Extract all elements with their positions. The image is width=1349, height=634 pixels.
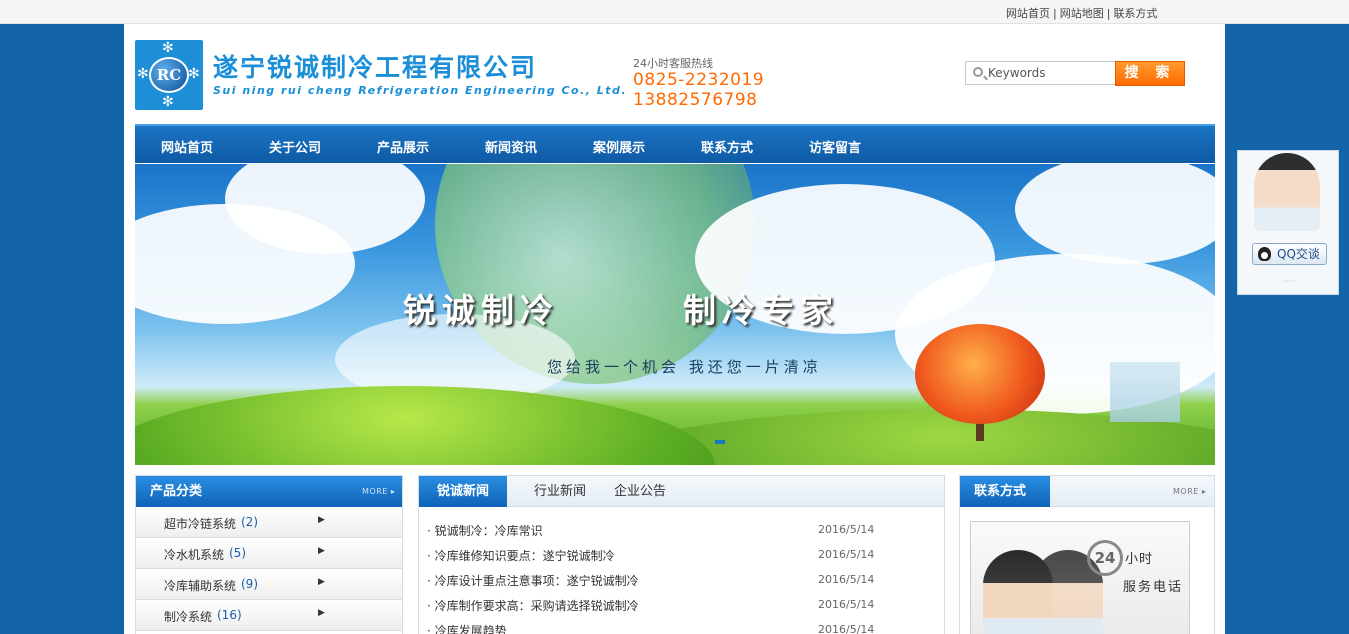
cloud-graphic xyxy=(1015,164,1215,264)
hill-graphic xyxy=(135,386,715,465)
arrow-right-icon: ▶ xyxy=(318,577,325,587)
hotline-phone-1: 0825-2232019 xyxy=(633,70,765,90)
snowflake-icon: ✻ xyxy=(137,66,149,82)
top-link-contact[interactable]: 联系方式 xyxy=(1113,7,1157,20)
hero-banner[interactable]: 锐诚制冷 制冷专家 您给我一个机会 我还您一片清凉 xyxy=(135,164,1215,465)
service-phone-label: 服务电话 xyxy=(1123,580,1184,595)
service-hotline-image: 24 小时 服务电话 xyxy=(970,521,1190,634)
news-date: 2016/5/14 xyxy=(818,523,875,536)
news-item[interactable]: · 冷库发展趋势 xyxy=(427,622,507,634)
arrow-right-icon: ▶ xyxy=(318,546,325,556)
banner-title-right: 制冷专家 xyxy=(683,291,839,330)
box-header: 锐诚新闻 行业新闻 企业公告 xyxy=(419,476,944,507)
list-item[interactable]: 冷库辅助系统 (9) ▶ xyxy=(136,569,402,600)
nav-item-guestbook[interactable]: 访客留言 xyxy=(809,137,861,156)
company-name-cn: 遂宁锐诚制冷工程有限公司 xyxy=(213,53,538,82)
arrow-right-icon: ▶ xyxy=(318,608,325,618)
news-item[interactable]: · 冷库维修知识要点：遂宁锐诚制冷 xyxy=(427,547,615,564)
company-logo[interactable]: ✻ ✻ ✻ ✻ RC xyxy=(135,40,203,110)
category-count: (16) xyxy=(217,608,242,622)
search-input[interactable] xyxy=(988,64,1113,82)
category-count: (2) xyxy=(241,515,258,529)
tab-industry-news[interactable]: 行业新闻 xyxy=(534,476,586,507)
box-header: 联系方式 MORE ▸ xyxy=(960,476,1214,507)
nav-item-cases[interactable]: 案例展示 xyxy=(593,137,645,156)
product-category-box: 产品分类 MORE ▸ 超市冷链系统 (2) ▶ 冷水机系统 (5) ▶ 冷库辅… xyxy=(135,475,403,634)
category-name: 超市冷链系统 xyxy=(164,517,237,531)
snowflake-icon: ✻ xyxy=(162,94,174,110)
news-date: 2016/5/14 xyxy=(818,598,875,611)
top-bar: 网站首页 | 网站地图 | 联系方式 xyxy=(0,0,1349,24)
top-link-separator: | xyxy=(1053,7,1057,20)
nav-item-contact[interactable]: 联系方式 xyxy=(701,137,753,156)
contact-box: 联系方式 MORE ▸ 24 小时 服务电话 xyxy=(959,475,1215,634)
list-item[interactable]: 超市冷链系统 (2) ▶ xyxy=(136,507,402,538)
hotline-label: 24小时客服热线 xyxy=(633,57,713,70)
tree-graphic xyxy=(915,324,1045,424)
news-item[interactable]: · 冷库制作要求高：采购请选择锐诚制冷 xyxy=(427,597,639,614)
category-count: (5) xyxy=(229,546,246,560)
snowflake-icon: ✻ xyxy=(188,66,200,82)
nav-item-news[interactable]: 新闻资讯 xyxy=(485,137,537,156)
qq-penguin-icon xyxy=(1258,247,1271,261)
category-count: (9) xyxy=(241,577,258,591)
nav-item-about[interactable]: 关于公司 xyxy=(269,137,321,156)
news-item[interactable]: · 冷库设计重点注意事项：遂宁锐诚制冷 xyxy=(427,572,639,589)
box-header: 产品分类 MORE ▸ xyxy=(136,476,402,507)
tab-announcements[interactable]: 企业公告 xyxy=(614,476,666,507)
service-hours-label: 小时 xyxy=(1125,552,1154,567)
category-name: 冷水机系统 xyxy=(164,548,225,562)
search-icon xyxy=(973,67,983,77)
search-button[interactable]: 搜 索 xyxy=(1115,61,1185,86)
news-date: 2016/5/14 xyxy=(818,548,875,561)
qq-chat-label: QQ交谈 xyxy=(1277,247,1320,261)
news-box: 锐诚新闻 行业新闻 企业公告 · 锐诚制冷：冷库常识 2016/5/14 · 冷… xyxy=(418,475,945,634)
category-name: 冷库辅助系统 xyxy=(164,579,237,593)
banner-subtitle: 您给我一个机会 我还您一片清凉 xyxy=(547,358,822,376)
slider-indicator[interactable] xyxy=(715,440,725,444)
hotline-phone-2: 13882576798 xyxy=(633,90,758,110)
more-link[interactable]: MORE ▸ xyxy=(362,487,395,496)
list-item[interactable]: 冷水机系统 (5) ▶ xyxy=(136,538,402,569)
search-box xyxy=(965,61,1116,85)
category-name: 制冷系统 xyxy=(164,610,213,624)
banner-title-left: 锐诚制冷 xyxy=(403,291,559,330)
top-links: 网站首页 | 网站地图 | 联系方式 xyxy=(1006,5,1157,21)
news-item[interactable]: · 锐诚制冷：冷库常识 xyxy=(427,522,543,539)
contact-title: 联系方式 xyxy=(960,476,1050,507)
qq-chat-button[interactable]: QQ交谈 xyxy=(1252,243,1327,265)
page-container: ✻ ✻ ✻ ✻ RC 遂宁锐诚制冷工程有限公司 Sui ning rui che… xyxy=(124,24,1225,634)
nav-item-products[interactable]: 产品展示 xyxy=(377,137,429,156)
qq-chat-panel: QQ交谈 ····· xyxy=(1237,150,1339,295)
castle-graphic xyxy=(1110,362,1180,422)
top-link-sitemap[interactable]: 网站地图 xyxy=(1060,7,1104,20)
company-name-en: Sui ning rui cheng Refrigeration Enginee… xyxy=(213,84,628,97)
main-nav: 网站首页 关于公司 产品展示 新闻资讯 案例展示 联系方式 访客留言 xyxy=(135,124,1215,163)
news-date: 2016/5/14 xyxy=(818,623,875,634)
customer-service-avatar xyxy=(1254,153,1320,231)
more-link[interactable]: MORE ▸ xyxy=(1173,487,1206,496)
snowflake-icon: ✻ xyxy=(162,40,174,56)
logo-emblem: RC xyxy=(149,57,189,93)
top-link-home[interactable]: 网站首页 xyxy=(1006,7,1050,20)
panel-handle: ····· xyxy=(1283,277,1296,286)
nav-item-home[interactable]: 网站首页 xyxy=(161,137,213,156)
category-list: 超市冷链系统 (2) ▶ 冷水机系统 (5) ▶ 冷库辅助系统 (9) ▶ 制冷… xyxy=(136,507,402,631)
arrow-right-icon: ▶ xyxy=(318,515,325,525)
list-item[interactable]: 制冷系统 (16) ▶ xyxy=(136,600,402,631)
tab-company-news[interactable]: 锐诚新闻 xyxy=(419,476,508,507)
news-date: 2016/5/14 xyxy=(818,573,875,586)
top-link-separator: | xyxy=(1106,7,1111,20)
24h-badge-icon: 24 xyxy=(1087,540,1123,576)
